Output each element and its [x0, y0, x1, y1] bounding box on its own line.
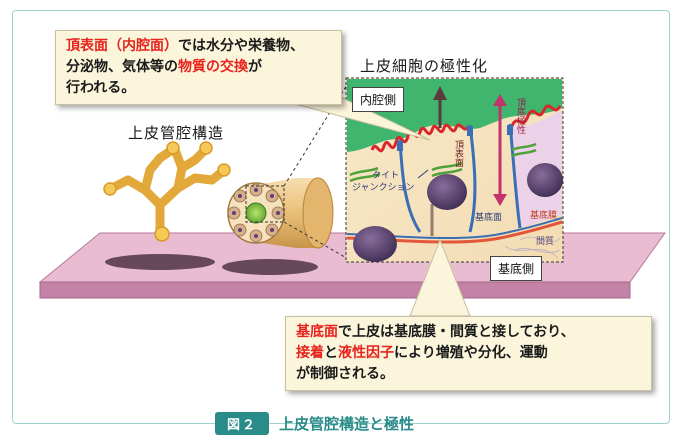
basement-membrane-label: 基底膜 [530, 211, 558, 221]
nucleus [527, 163, 563, 197]
material-exchange-term: 物質の交換 [178, 59, 248, 75]
platform-front [39, 281, 631, 299]
callout-text: で上皮は基底膜・間質と接しており、 [338, 324, 575, 340]
callout-text: が [248, 59, 262, 75]
basal-callout: 基底面で上皮は基底膜・間質と接しており、 接着と液性因子により増殖や分化、運動 … [285, 316, 652, 391]
nucleus [353, 226, 397, 262]
apical-callout: 頂表面（内腔面）では水分や栄養物、 分泌物、気体等の物質の交換が 行われる。 [55, 30, 342, 105]
tubular-structure-heading: 上皮管腔構造 [128, 124, 225, 142]
basal-surface-term: 基底面 [296, 324, 338, 340]
figure-title: 上皮管腔構造と極性 [279, 414, 415, 433]
branching-tubule [107, 145, 227, 235]
basal-surface-label: 基底面 [475, 213, 503, 223]
callout-text: と [324, 345, 338, 361]
stroma-label: 間質 [536, 237, 555, 247]
callout-text: では水分や栄養物、 [178, 38, 304, 54]
callout-text: が制御される。 [296, 366, 394, 382]
figure-number-badge: 図２ [215, 411, 270, 435]
tube-3d [227, 177, 334, 249]
polarity-heading: 上皮細胞の極性化 [360, 57, 489, 75]
tight-junction-label-2: ジャンクション [352, 183, 415, 193]
humoral-factor-term: 液性因子 [338, 345, 394, 361]
callout-text: 分泌物、気体等の [66, 59, 178, 75]
adhesion-term: 接着 [296, 345, 324, 361]
apical-surface-label: 頂表面 [453, 140, 463, 167]
callout-text: により増殖や分化、運動 [394, 345, 548, 361]
apical-surface-term: 頂表面（内腔面） [66, 38, 178, 54]
basal-side-label: 基底側 [490, 256, 543, 281]
lumen-side-label: 内腔側 [352, 87, 405, 112]
callout-text: 行われる。 [66, 80, 136, 96]
figure-caption: 図２ 上皮管腔構造と極性 [215, 411, 415, 435]
apicobasal-polarity-label: 頂底極性 [515, 98, 525, 134]
